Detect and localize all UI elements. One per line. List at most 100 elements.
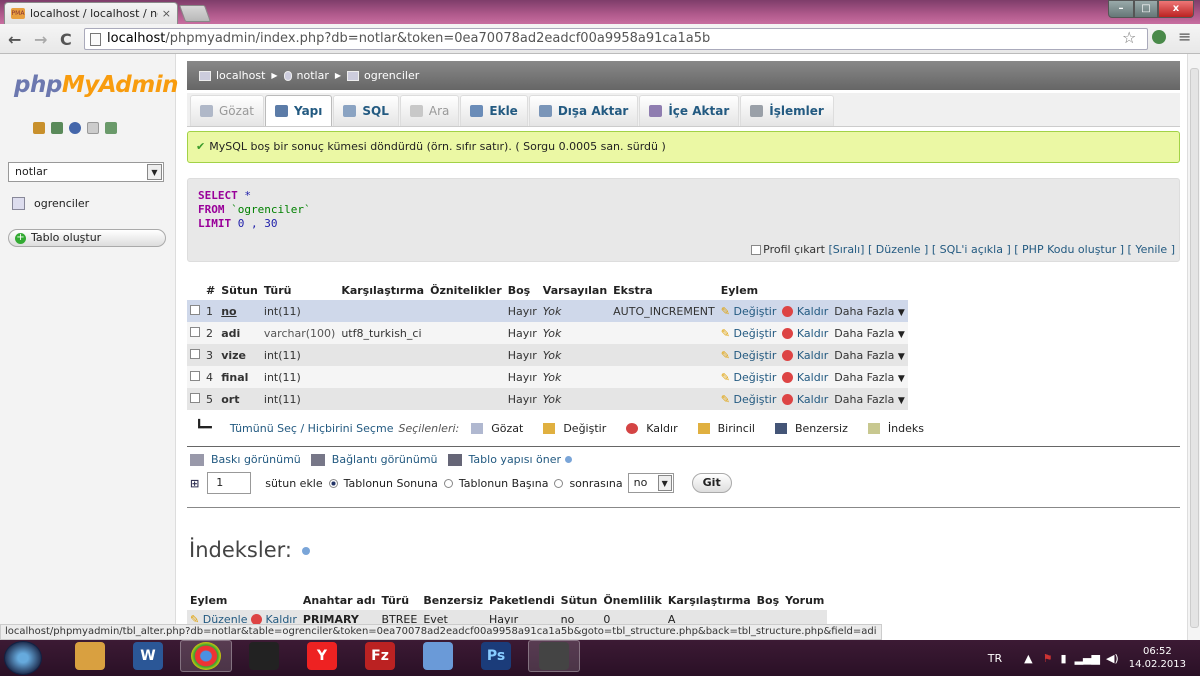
row-checkbox[interactable]: [190, 392, 200, 403]
address-bar[interactable]: localhost/phpmyadmin/index.php?db=notlar…: [84, 28, 1148, 50]
flag-icon[interactable]: ⚑: [1043, 652, 1053, 665]
cell-name[interactable]: adi: [218, 322, 261, 344]
docs-icon[interactable]: [87, 122, 99, 134]
bulk-action-3[interactable]: Birincil: [697, 422, 755, 435]
phpmyadmin-logo[interactable]: phpMyAdmin: [14, 72, 178, 98]
volume-icon[interactable]: ◀): [1106, 652, 1119, 665]
breadcrumb-server[interactable]: localhost: [216, 69, 265, 82]
more-link[interactable]: Daha Fazla: [834, 327, 894, 340]
logout-icon[interactable]: [51, 122, 63, 134]
change-action[interactable]: ✎ Değiştir: [717, 300, 780, 322]
tab-0[interactable]: Gözat: [190, 95, 264, 126]
tray-arrow-icon[interactable]: ▲: [1024, 652, 1032, 665]
signal-icon[interactable]: ▂▄▆: [1075, 652, 1100, 665]
home-icon[interactable]: [33, 122, 45, 134]
reload-icon[interactable]: C: [60, 30, 72, 49]
bulk-action-1[interactable]: Değiştir: [543, 422, 606, 435]
taskbar-filezilla[interactable]: Fz: [354, 640, 406, 672]
create-table-button[interactable]: + Tablo oluştur: [8, 229, 166, 247]
taskbar-camtasia[interactable]: [528, 640, 580, 672]
sql-code[interactable]: SELECT * FROM `ogrenciler` LIMIT 0 , 30: [198, 189, 311, 231]
profile-checkbox[interactable]: [751, 245, 762, 255]
drop-link[interactable]: Kaldır: [797, 393, 828, 406]
menu-icon[interactable]: ≡: [1178, 27, 1191, 46]
bulk-action-5[interactable]: İndeks: [867, 422, 924, 435]
cell-name[interactable]: vize: [218, 344, 261, 366]
scrollbar[interactable]: [1187, 54, 1200, 640]
tab-5[interactable]: Dışa Aktar: [528, 95, 639, 126]
change-link[interactable]: Değiştir: [733, 305, 776, 318]
radio-start[interactable]: [443, 478, 453, 488]
row-checkbox[interactable]: [190, 304, 200, 315]
propose-structure-link[interactable]: Tablo yapısı öner: [469, 453, 561, 466]
change-link[interactable]: Değiştir: [733, 327, 776, 340]
drop-link[interactable]: Kaldır: [797, 349, 828, 362]
row-checkbox[interactable]: [190, 370, 200, 381]
bulk-action-0[interactable]: Gözat: [471, 422, 523, 435]
row-checkbox[interactable]: [190, 348, 200, 359]
go-button[interactable]: Git: [691, 473, 732, 493]
php-code-link[interactable]: [ PHP Kodu oluştur ]: [1014, 243, 1124, 256]
taskbar-media-player[interactable]: [412, 640, 464, 672]
taskbar-yandex[interactable]: Y: [296, 640, 348, 672]
more-link[interactable]: Daha Fazla: [834, 371, 894, 384]
language-indicator[interactable]: TR: [988, 652, 1002, 665]
more-link[interactable]: Daha Fazla: [834, 305, 894, 318]
drop-action[interactable]: Kaldır: [779, 388, 832, 410]
bulk-action-2[interactable]: Kaldır: [626, 422, 678, 435]
taskbar-photoshop[interactable]: Ps: [470, 640, 522, 672]
more-action[interactable]: Daha Fazla ▼: [831, 322, 908, 344]
maximize-button[interactable]: □: [1134, 0, 1158, 18]
taskbar-app[interactable]: [238, 640, 290, 672]
close-window-button[interactable]: x: [1158, 0, 1194, 18]
clock[interactable]: 06:52 14.02.2013: [1129, 645, 1186, 671]
drop-action[interactable]: Kaldır: [779, 366, 832, 388]
radio-end[interactable]: [328, 478, 338, 488]
print-view-link[interactable]: Baskı görünümü: [211, 453, 301, 466]
change-action[interactable]: ✎ Değiştir: [717, 388, 780, 410]
back-arrow-icon[interactable]: ←: [8, 30, 21, 49]
more-link[interactable]: Daha Fazla: [834, 349, 894, 362]
change-action[interactable]: ✎ Değiştir: [717, 366, 780, 388]
tab-close-icon[interactable]: ×: [162, 7, 171, 20]
sorted-link[interactable]: [Sıralı]: [828, 243, 864, 256]
taskbar-explorer[interactable]: [64, 640, 116, 672]
taskbar-chrome[interactable]: [180, 640, 232, 672]
more-action[interactable]: Daha Fazla ▼: [831, 388, 908, 410]
tab-1[interactable]: Yapı: [265, 95, 333, 126]
more-action[interactable]: Daha Fazla ▼: [831, 344, 908, 366]
after-column-select[interactable]: no ▼: [627, 473, 674, 493]
tab-4[interactable]: Ekle: [460, 95, 528, 126]
tab-6[interactable]: İçe Aktar: [639, 95, 740, 126]
drop-action[interactable]: Kaldır: [779, 300, 832, 322]
browser-tab[interactable]: PMA localhost / localhost / not ×: [4, 2, 178, 24]
edit-link[interactable]: [ Düzenle ]: [868, 243, 928, 256]
tab-2[interactable]: SQL: [333, 95, 399, 126]
explain-link[interactable]: [ SQL'i açıkla ]: [932, 243, 1011, 256]
help-icon[interactable]: [301, 547, 310, 555]
tab-3[interactable]: Ara: [399, 95, 460, 126]
more-link[interactable]: Daha Fazla: [834, 393, 894, 406]
drop-link[interactable]: Kaldır: [797, 327, 828, 340]
sidebar-item-ogrenciler[interactable]: ogrenciler: [8, 193, 166, 213]
bulk-action-4[interactable]: Benzersiz: [774, 422, 848, 435]
help-icon[interactable]: [565, 456, 572, 463]
database-select[interactable]: notlar ▼: [8, 162, 164, 182]
breadcrumb-table[interactable]: ogrenciler: [364, 69, 419, 82]
change-link[interactable]: Değiştir: [733, 393, 776, 406]
column-count-input[interactable]: 1: [207, 472, 252, 494]
more-action[interactable]: Daha Fazla ▼: [831, 300, 908, 322]
help-icon[interactable]: [69, 122, 81, 134]
row-checkbox[interactable]: [190, 326, 200, 337]
drop-action[interactable]: Kaldır: [779, 322, 832, 344]
tab-7[interactable]: İşlemler: [740, 95, 834, 126]
drop-link[interactable]: Kaldır: [797, 305, 828, 318]
cell-name[interactable]: final: [218, 366, 261, 388]
scrollbar-thumb[interactable]: [1190, 68, 1199, 628]
change-action[interactable]: ✎ Değiştir: [717, 322, 780, 344]
start-button[interactable]: [4, 641, 42, 675]
extension-icon[interactable]: [1152, 30, 1166, 44]
reload-nav-icon[interactable]: [105, 122, 117, 134]
select-all-link[interactable]: Tümünü Seç / Hiçbirini Seçme: [230, 422, 394, 435]
taskbar-word[interactable]: W: [122, 640, 174, 672]
